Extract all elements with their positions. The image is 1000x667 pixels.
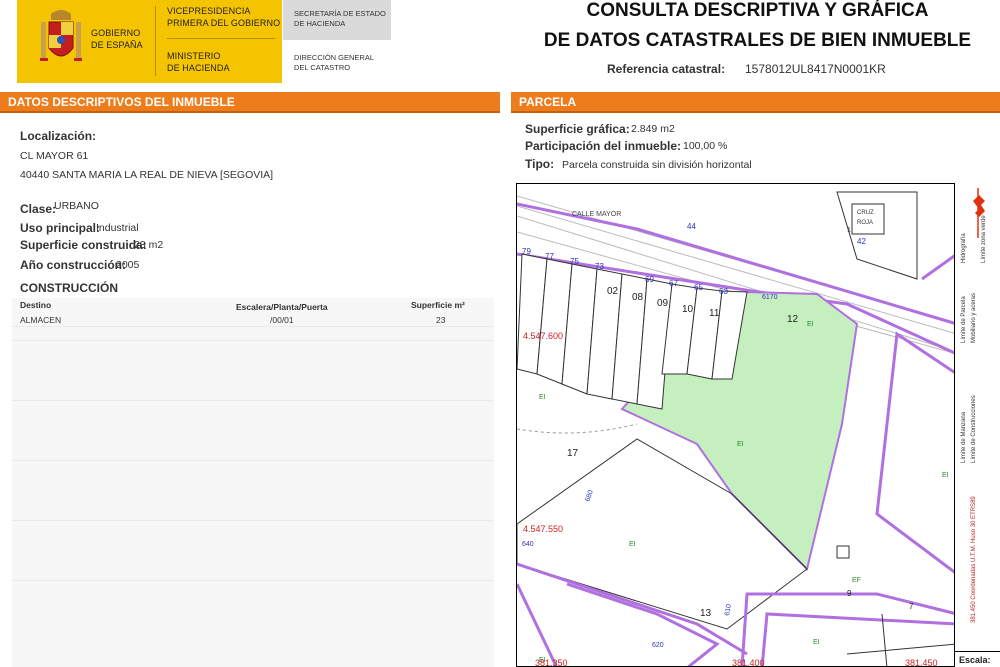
road-label: 6170 [762, 294, 778, 301]
gov-name-line2: DE ESPAÑA [91, 40, 143, 50]
section-bar-descriptivos: DATOS DESCRIPTIVOS DEL INMUEBLE [0, 92, 500, 113]
gov-name-line1: GOBIERNO [91, 28, 141, 38]
house-number-label: 42 [857, 237, 866, 246]
superficie-grafica-label: Superficie gráfica: [525, 122, 630, 136]
road-label: 640 [522, 541, 534, 548]
zone-label: EI [942, 472, 949, 479]
col-header-destino: Destino [20, 300, 52, 310]
clase-label: Clase: [20, 202, 57, 216]
superficie-value: 23 m2 [134, 239, 164, 251]
legend-item: Límite de Construcciones [971, 395, 977, 463]
secretaria-block: SECRETARÍA DE ESTADO DE HACIENDA DIRECCI… [283, 0, 391, 83]
tipo-value: Parcela construida sin división horizont… [562, 159, 752, 171]
escala-label: Escala: [954, 651, 1000, 667]
section-bar-parcela: PARCELA [511, 92, 1000, 113]
parcel-number-label: 02 [607, 286, 619, 297]
construccion-table [12, 298, 494, 667]
road-label: 610 [724, 604, 733, 617]
row-destino: ALMACEN [20, 315, 62, 325]
house-number-label: 65 [694, 283, 703, 292]
cruz-roja-label-2: ROJA [857, 220, 873, 226]
road-label: 680 [584, 489, 595, 502]
col-header-superficie: Superficie m² [411, 300, 465, 310]
zone-label: EI [813, 639, 820, 646]
zone-label: EI [539, 657, 546, 664]
road-label: 620 [652, 642, 664, 649]
coord-y2: 4.547.550 [523, 524, 563, 534]
address-line1: CL MAYOR 61 [20, 150, 89, 162]
ref-label: Referencia catastral: [607, 62, 726, 76]
ministry-line2: DE HACIENDA [167, 63, 230, 73]
zone-label: EI [629, 541, 636, 548]
ref-value: 1578012UL8417N0001KR [745, 62, 886, 76]
construccion-title: CONSTRUCCIÓN [20, 281, 118, 295]
address-line2: 40440 SANTA MARIA LA REAL DE NIEVA [SEGO… [20, 169, 274, 181]
direccion-line2: DEL CATASTRO [294, 63, 351, 72]
house-number-label: 75 [570, 257, 579, 266]
house-number-label: 67 [669, 279, 678, 288]
secretaria-line1: SECRETARÍA DE ESTADO [294, 9, 386, 18]
participacion-label: Participación del inmueble: [525, 139, 682, 153]
vice-line1: VICEPRESIDENCIA [167, 6, 251, 16]
legend-item: Hidrografía [961, 233, 967, 263]
superficie-label: Superficie construida: [20, 238, 147, 252]
zone-label: EI [539, 394, 546, 401]
parcel-number-label: 9 [847, 589, 852, 598]
north-arrow-icon [973, 195, 985, 217]
zone-label: EI [807, 321, 814, 328]
secretaria-line2: DE HACIENDA [294, 19, 346, 28]
house-number-label: 1 [847, 227, 851, 234]
clase-value: URBANO [54, 200, 99, 212]
legend-item: Límite de Parcela [961, 296, 967, 343]
row-superficie: 23 [436, 315, 446, 325]
localizacion-label: Localización: [20, 129, 97, 143]
superficie-grafica-value: 2.849 m2 [631, 123, 675, 135]
house-number-label: 73 [595, 262, 604, 271]
row-escalera: /00/01 [270, 315, 294, 325]
parcel-number-label: 10 [682, 304, 694, 315]
house-number-label: 69 [645, 275, 654, 284]
coat-of-arms-icon [40, 10, 82, 61]
coord-x-label: 381.400 [732, 658, 765, 667]
cruz-roja-label-1: CRUZ [857, 210, 874, 216]
parcel-number-label: 13 [700, 608, 712, 619]
participacion-value: 100,00 % [683, 140, 728, 152]
crs-note: 381.450 Coordenadas U.T.M. Huso 30 ETRS8… [971, 496, 977, 623]
legend-item: Mobiliario y aceras [971, 293, 977, 343]
parcel-number-label: 09 [657, 298, 669, 309]
house-number-label: 44 [687, 222, 696, 231]
uso-label: Uso principal: [20, 221, 101, 235]
legend-item: Límite de Manzana [961, 411, 967, 463]
house-number-label: 63 [719, 287, 728, 296]
direccion-line1: DIRECCIÓN GENERAL [294, 53, 375, 62]
cadastral-map[interactable]: CALLE MAYOR CRUZ ROJA 79 77 75 73 69 67 … [516, 183, 1000, 667]
zone-label: EI [737, 441, 744, 448]
page-title-line2: DE DATOS CATASTRALES DE BIEN INMUEBLE [543, 30, 972, 51]
ministry-line1: MINISTERIO [167, 51, 221, 61]
parcel-number-label: 11 [709, 308, 720, 319]
tipo-label: Tipo: [525, 157, 555, 171]
vice-line2: PRIMERA DEL GOBIERNO [167, 18, 281, 28]
anio-value: 2005 [116, 259, 140, 271]
parcel-number-label: 12 [787, 314, 799, 325]
zone-label: EF [852, 577, 861, 584]
parcel-number-label: 08 [632, 292, 644, 303]
street-label: CALLE MAYOR [572, 211, 621, 218]
coord-x-label: 381.450 [905, 658, 938, 667]
page-title-line1: CONSULTA DESCRIPTIVA Y GRÁFICA [586, 0, 929, 21]
government-logo-block: GOBIERNO DE ESPAÑA VICEPRESIDENCIA PRIME… [17, 0, 282, 83]
map-legend: Límite de Manzana Límite de Parcela Lími… [954, 183, 1000, 653]
uso-value: Industrial [96, 222, 139, 234]
anio-label: Año construcción: [20, 258, 127, 272]
house-number-label: 79 [522, 247, 531, 256]
parcel-number-label: 17 [567, 448, 579, 459]
house-number-label: 77 [545, 252, 554, 261]
legend-item: Límite zona verde [981, 215, 987, 263]
parcel-number-label: 7 [909, 602, 914, 611]
col-header-escalera: Escalera/Planta/Puerta [236, 302, 328, 312]
coord-y1: 4.547.600 [523, 331, 563, 341]
